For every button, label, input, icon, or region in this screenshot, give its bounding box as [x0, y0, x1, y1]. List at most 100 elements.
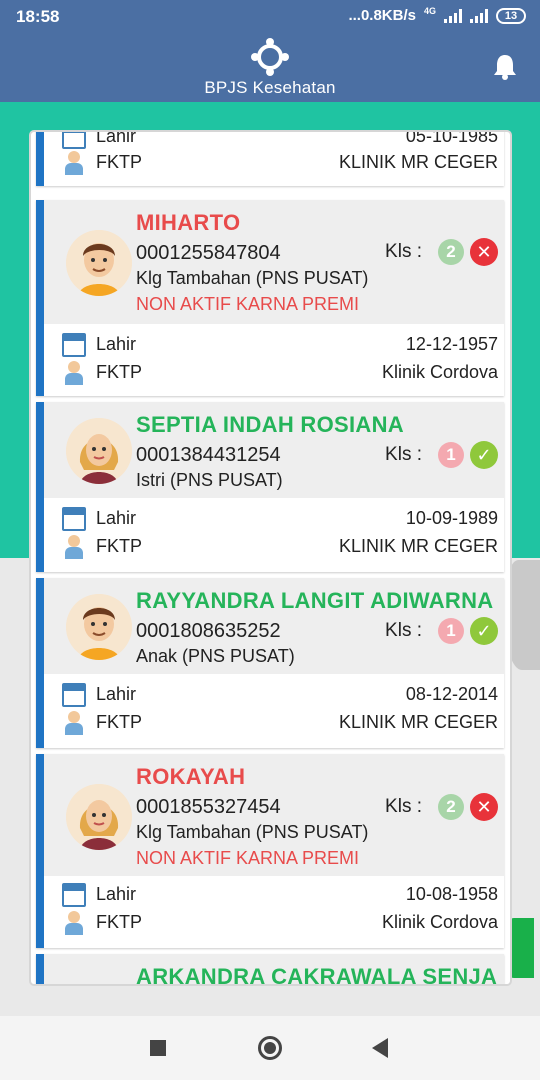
- birth-label: Lahir: [96, 130, 137, 146]
- calendar-icon: [62, 683, 86, 707]
- member-card[interactable]: RAYYANDRA LANGIT ADIWARNA 0001808635252 …: [36, 578, 504, 748]
- class-badge: 2: [438, 794, 464, 820]
- system-nav-bar: [0, 1016, 540, 1080]
- calendar-icon: [62, 333, 86, 357]
- birth-date: 10-09-1989: [405, 508, 498, 528]
- fktp-value: Klinik Cordova: [381, 912, 498, 932]
- member-card[interactable]: MIHARTO 0001255847804 Klg Tambahan (PNS …: [36, 200, 504, 396]
- class-label: Kls :: [385, 796, 422, 817]
- fktp-row: FKTP Klinik Cordova: [44, 910, 504, 938]
- signal-icon: [470, 8, 488, 23]
- home-icon[interactable]: [258, 1036, 282, 1060]
- member-card[interactable]: ROKAYAH 0001855327454 Klg Tambahan (PNS …: [36, 754, 504, 948]
- doctor-icon: [62, 151, 86, 175]
- fktp-label: FKTP: [96, 536, 143, 556]
- member-status: NON AKTIF KARNA PREMI: [136, 294, 360, 314]
- fktp-row: FKTP KLINIK MR CEGER: [44, 150, 504, 178]
- fktp-label: FKTP: [96, 152, 143, 172]
- member-name: SEPTIA INDAH ROSIANA: [136, 412, 404, 437]
- birth-row: Lahir 08-12-2014: [44, 682, 504, 710]
- member-card-details: Lahir 10-08-1958 FKTP Klinik Cordova: [44, 876, 504, 946]
- fktp-label: FKTP: [96, 712, 143, 732]
- member-card-details: Lahir 08-12-2014 FKTP KLINIK MR CEGER: [44, 674, 504, 744]
- status-indicators: ...0.8KB/s 4G 13: [348, 5, 526, 24]
- fktp-value: Klinik Cordova: [381, 362, 498, 382]
- network-type: 4G: [423, 5, 436, 16]
- member-name: RAYYANDRA LANGIT ADIWARNA: [136, 588, 494, 613]
- recent-apps-icon[interactable]: [150, 1040, 166, 1056]
- class-badge: 2: [438, 239, 464, 265]
- birth-date: 05-10-1985: [405, 130, 498, 146]
- member-card-header: RAYYANDRA LANGIT ADIWARNA 0001808635252 …: [44, 578, 504, 674]
- doctor-icon: [62, 911, 86, 935]
- class-label: Kls :: [385, 620, 422, 641]
- doctor-icon: [62, 711, 86, 735]
- member-relation: Klg Tambahan (PNS PUSAT): [136, 268, 369, 288]
- class-label: Kls :: [385, 241, 422, 262]
- doctor-icon: [62, 535, 86, 559]
- birth-row: Lahir 10-09-1989: [44, 506, 504, 534]
- doctor-icon: [62, 361, 86, 385]
- fktp-value: KLINIK MR CEGER: [338, 152, 498, 172]
- check-icon: ✓: [470, 441, 498, 469]
- battery-icon: 13: [496, 7, 526, 24]
- check-icon: ✓: [470, 617, 498, 645]
- battery-level: 13: [504, 9, 518, 22]
- birth-date: 08-12-2014: [405, 684, 498, 704]
- member-status: NON AKTIF KARNA PREMI: [136, 848, 360, 868]
- member-nik: 0001384431254: [136, 444, 281, 466]
- member-card-partial[interactable]: Lahir 05-10-1985 FKTP KLINIK MR CEGER: [36, 130, 504, 186]
- birth-label: Lahir: [96, 334, 137, 354]
- bpjs-logo-icon: [251, 38, 289, 76]
- fktp-value: KLINIK MR CEGER: [338, 536, 498, 556]
- calendar-icon: [62, 507, 86, 531]
- member-card-header: MIHARTO 0001255847804 Klg Tambahan (PNS …: [44, 200, 504, 324]
- male-avatar-icon: [66, 230, 132, 296]
- fktp-row: FKTP KLINIK MR CEGER: [44, 710, 504, 738]
- female-avatar-icon: [66, 418, 132, 484]
- birth-row: Lahir 10-08-1958: [44, 882, 504, 910]
- member-list[interactable]: Lahir 05-10-1985 FKTP KLINIK MR CEGER MI…: [29, 130, 512, 986]
- fktp-row: FKTP KLINIK MR CEGER: [44, 534, 504, 562]
- member-card-partial[interactable]: ARKANDRA CAKRAWALA SENJA: [36, 954, 504, 984]
- fktp-label: FKTP: [96, 912, 143, 932]
- member-relation: Anak (PNS PUSAT): [136, 646, 295, 666]
- class-label: Kls :: [385, 444, 422, 465]
- member-name: ROKAYAH: [136, 764, 246, 789]
- birth-label: Lahir: [96, 508, 137, 528]
- birth-date: 12-12-1957: [405, 334, 498, 354]
- member-card-details: Lahir 10-09-1989 FKTP KLINIK MR CEGER: [44, 498, 504, 568]
- status-bar: 18:58 ...0.8KB/s 4G 13: [0, 0, 540, 34]
- male-avatar-icon: [66, 594, 132, 660]
- member-relation: Istri (PNS PUSAT): [136, 470, 283, 490]
- birth-date: 10-08-1958: [405, 884, 498, 904]
- bell-icon[interactable]: [492, 52, 518, 80]
- birth-label: Lahir: [96, 884, 137, 904]
- app-name: BPJS Kesehatan: [204, 78, 336, 97]
- member-name: MIHARTO: [136, 210, 241, 235]
- fktp-value: KLINIK MR CEGER: [338, 712, 498, 732]
- calendar-icon: [62, 883, 86, 907]
- fktp-label: FKTP: [96, 362, 143, 382]
- calendar-icon: [62, 132, 86, 149]
- close-icon: ✕: [470, 793, 498, 821]
- member-nik: 0001808635252: [136, 620, 281, 642]
- app-logo: BPJS Kesehatan: [0, 38, 540, 98]
- status-time: 18:58: [16, 7, 60, 26]
- class-badge: 1: [438, 618, 464, 644]
- member-card[interactable]: SEPTIA INDAH ROSIANA 0001384431254 Istri…: [36, 402, 504, 572]
- birth-row: Lahir 12-12-1957: [44, 332, 504, 360]
- birth-row: Lahir 05-10-1985: [44, 130, 504, 152]
- signal-icon: [444, 8, 462, 23]
- fktp-row: FKTP Klinik Cordova: [44, 360, 504, 388]
- member-relation: Klg Tambahan (PNS PUSAT): [136, 822, 369, 842]
- member-card-header: ROKAYAH 0001855327454 Klg Tambahan (PNS …: [44, 754, 504, 876]
- close-icon: ✕: [470, 238, 498, 266]
- member-card-header: ARKANDRA CAKRAWALA SENJA: [44, 954, 504, 984]
- member-card-details: Lahir 12-12-1957 FKTP Klinik Cordova: [44, 324, 504, 394]
- member-nik: 0001855327454: [136, 796, 281, 818]
- member-card-header: SEPTIA INDAH ROSIANA 0001384431254 Istri…: [44, 402, 504, 498]
- member-nik: 0001255847804: [136, 242, 281, 264]
- app-header: 18:58 ...0.8KB/s 4G 13 BPJS Kesehatan: [0, 0, 540, 102]
- back-icon[interactable]: [372, 1038, 388, 1058]
